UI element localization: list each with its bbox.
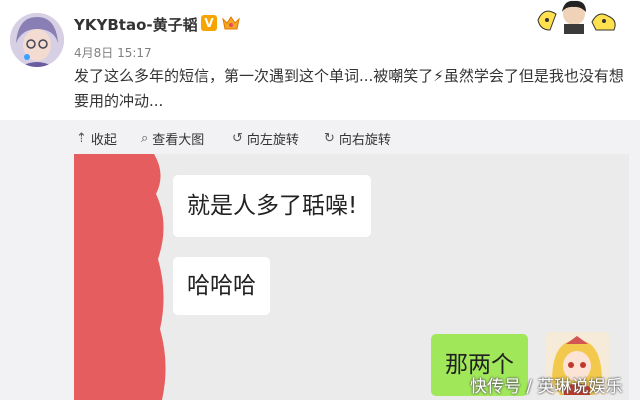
- chat-screenshot[interactable]: 就是人多了聒噪! 哈哈哈 那两个: [74, 154, 629, 400]
- image-viewer: 就是人多了聒噪! 哈哈哈 那两个: [0, 154, 640, 400]
- watermark: 快传号 / 英琳说娱乐: [470, 377, 623, 397]
- verified-badge-icon: V: [201, 15, 217, 31]
- collapse-button[interactable]: ⇡ 收起: [76, 129, 117, 148]
- rotate-left-icon: ↺: [232, 131, 243, 146]
- message-bubble-left: 就是人多了聒噪!: [173, 175, 372, 237]
- collapse-up-icon: ⇡: [76, 131, 87, 146]
- post-header: YKYBtao-黄子韬 V 4月8日 15:17 发了这么多年的短信，第一次遇到…: [0, 0, 640, 120]
- post-text: 发了这么多年的短信，第一次遇到这个单词...被嘲笑了⚡虽然学会了但是我也没有想要…: [74, 67, 624, 110]
- view-large-label: 查看大图: [152, 133, 205, 148]
- rotate-right-icon: ↻: [324, 131, 335, 146]
- decoration-sticker-icon: [534, 0, 622, 34]
- collapse-label: 收起: [90, 133, 117, 148]
- rotate-right-button[interactable]: ↻ 向右旋转: [324, 129, 391, 148]
- author-name[interactable]: YKYBtao-黄子韬: [74, 14, 198, 35]
- message-bubble-left: 哈哈哈: [173, 257, 270, 315]
- rotate-right-label: 向右旋转: [338, 133, 391, 148]
- crown-icon: [222, 15, 240, 31]
- redaction-block: [74, 154, 166, 400]
- rotate-left-button[interactable]: ↺ 向左旋转: [232, 129, 299, 148]
- avatar[interactable]: [10, 13, 64, 67]
- view-large-button[interactable]: ⌕ 查看大图: [141, 129, 204, 148]
- rotate-left-label: 向左旋转: [246, 133, 299, 148]
- search-icon: ⌕: [141, 131, 149, 146]
- post-time: 4月8日 15:17: [74, 46, 152, 60]
- image-toolbar: ⇡ 收起 ⌕ 查看大图 ↺ 向左旋转 ↻ 向右旋转: [0, 120, 640, 154]
